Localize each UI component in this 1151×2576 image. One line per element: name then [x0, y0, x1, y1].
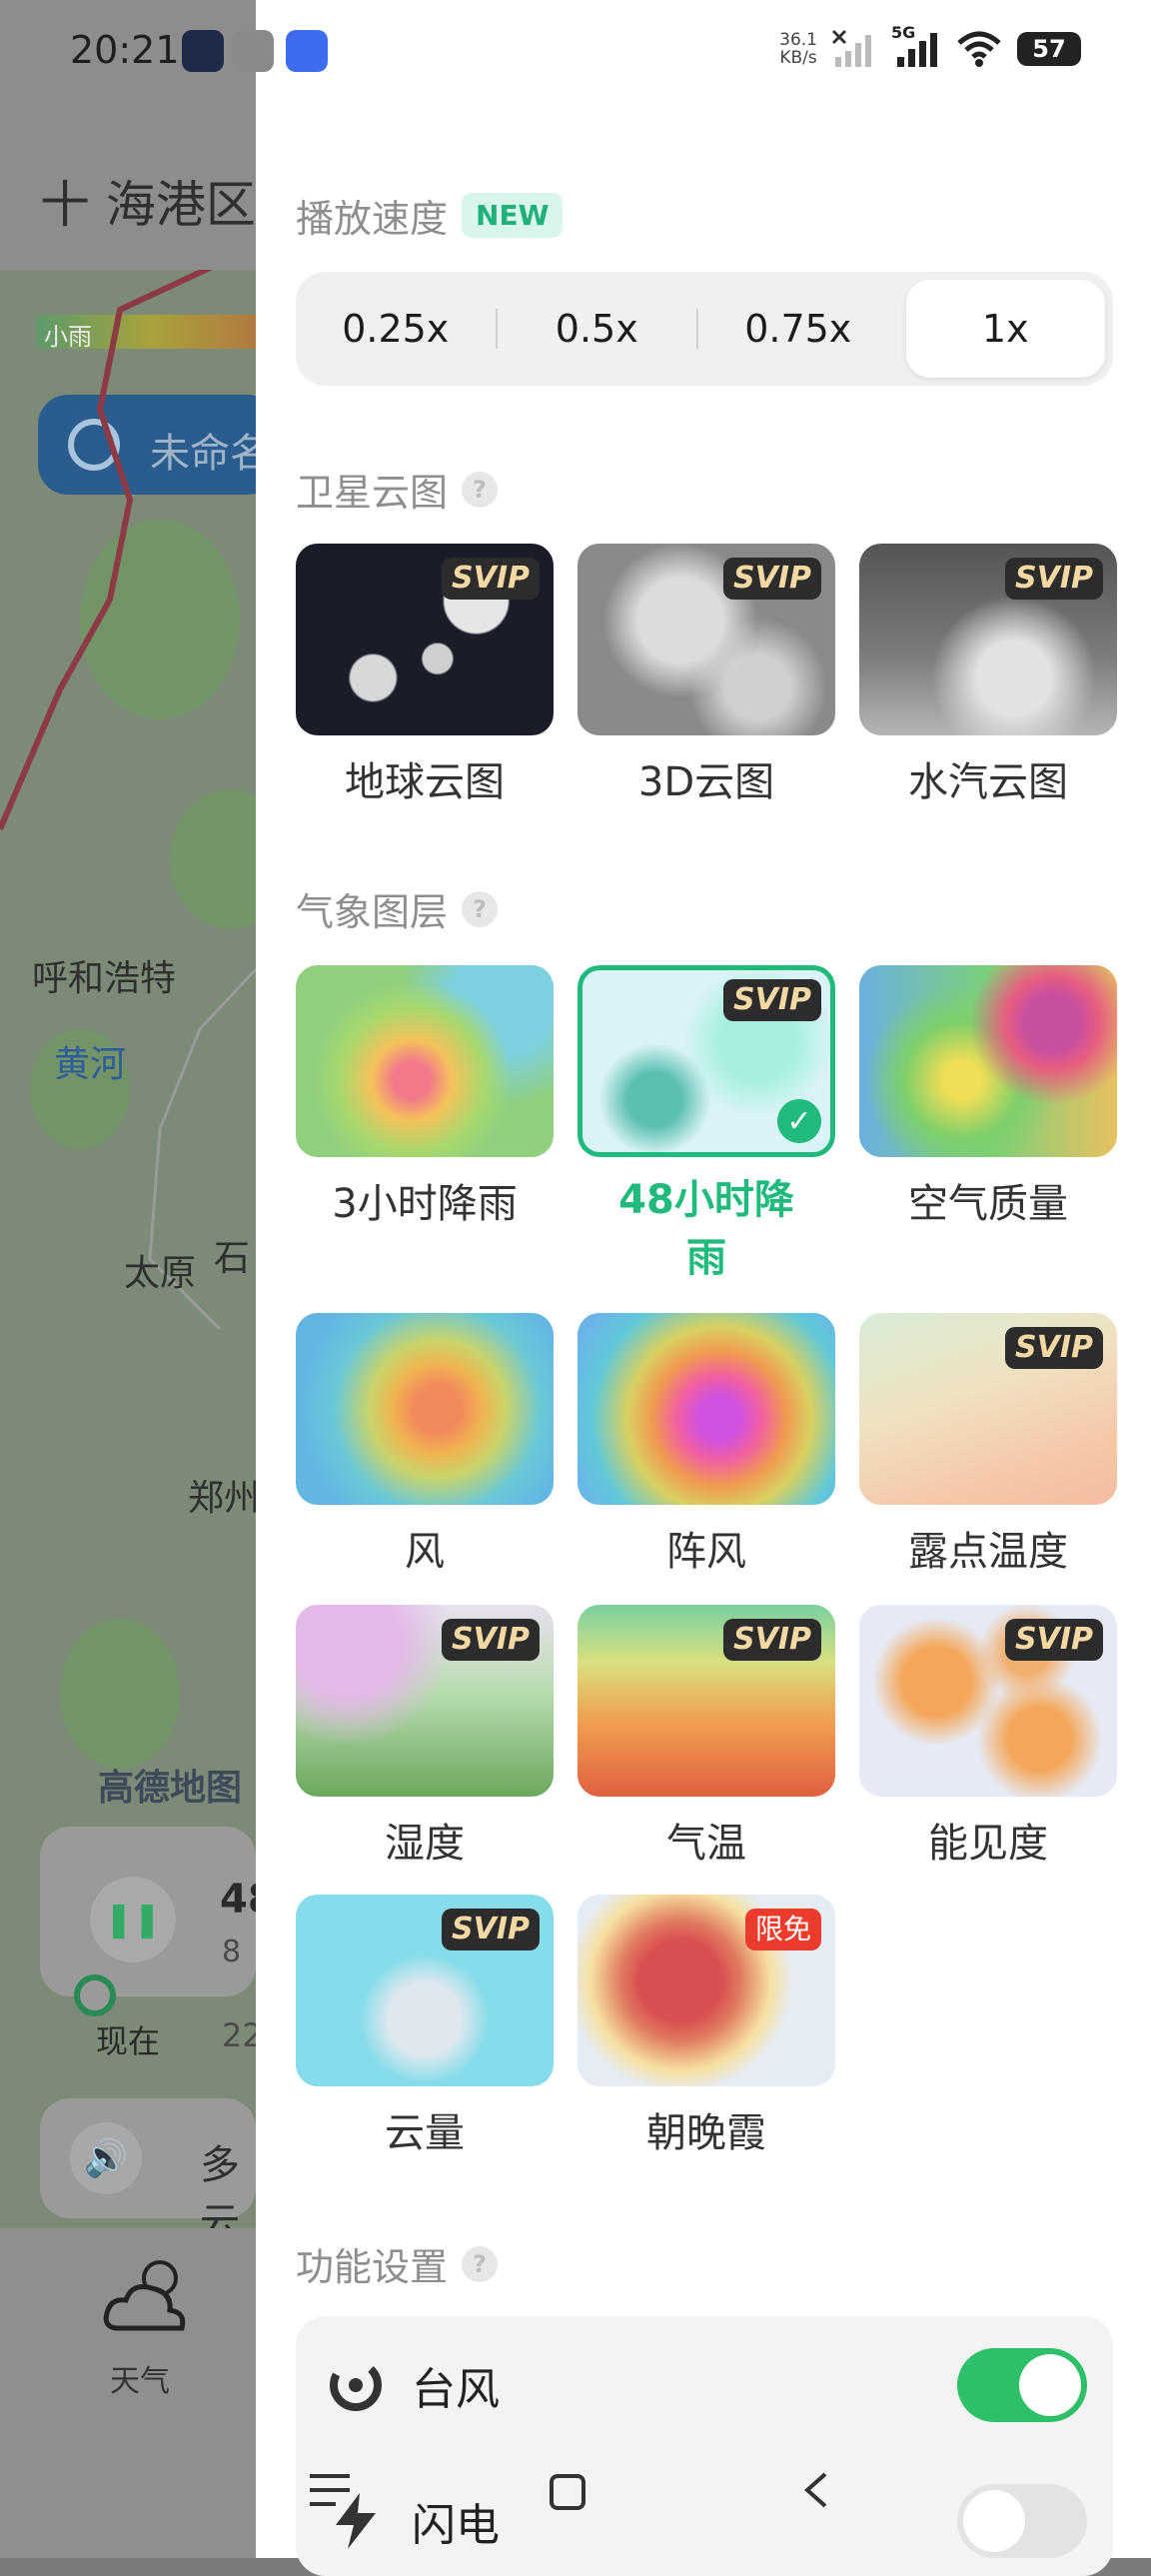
speed-selector: 0.25x 0.5x 0.75x 1x: [296, 272, 1113, 386]
speed-title: 播放速度: [296, 197, 449, 241]
typhoon-row[interactable]: 台风: [296, 2330, 1113, 2440]
humidity-label: 湿度: [385, 1821, 465, 1867]
functions-section-title: 功能设置 ?: [296, 2236, 499, 2291]
sunrise-glow-label: 朝晚霞: [646, 2110, 766, 2156]
place-name: 石: [214, 1238, 251, 1279]
menu-icon[interactable]: [306, 2468, 356, 2512]
back-icon[interactable]: [795, 2468, 839, 2512]
3d-cloud-label: 3D云图: [637, 759, 775, 805]
signal-off-icon: [831, 29, 871, 67]
rain-48h-label: 48小时降雨: [618, 1177, 794, 1281]
check-icon: ✓: [777, 1099, 821, 1143]
qq-icon: [232, 30, 274, 72]
battery-icon: 57: [1017, 32, 1081, 66]
speed-option[interactable]: 0.75x: [698, 280, 898, 378]
temperature-label: 气温: [666, 1821, 746, 1867]
pause-button[interactable]: ❚❚: [90, 1877, 176, 1962]
help-icon[interactable]: ?: [462, 890, 499, 927]
gust-card[interactable]: [577, 1313, 835, 1505]
net-speed: 36.1 KB/s: [779, 31, 817, 67]
timeline-handle[interactable]: [74, 1974, 116, 2016]
layers-section-title: 气象图层 ?: [296, 881, 499, 936]
place-name: 太原: [124, 1253, 197, 1294]
status-right: 36.1 KB/s 5G 57: [779, 23, 1081, 74]
svip-badge: SVIP: [442, 1909, 540, 1950]
svip-badge: SVIP: [723, 558, 821, 600]
water-vapor-label: 水汽云图: [908, 759, 1068, 805]
cloud-cover-card[interactable]: SVIP: [296, 1895, 554, 2086]
home-icon[interactable]: [546, 2470, 589, 2514]
tab-weather[interactable]: 天气: [110, 2356, 170, 2400]
typhoon-icon: [330, 2359, 382, 2411]
toggle-knob: [1019, 2354, 1081, 2416]
net-speed-unit: KB/s: [779, 48, 817, 68]
speed-option-selected[interactable]: 1x: [905, 280, 1105, 378]
svip-badge: SVIP: [1005, 1619, 1103, 1661]
typhoon-label: 台风: [412, 2364, 500, 2415]
sunrise-glow-card[interactable]: 限免: [577, 1895, 835, 2086]
voice-card[interactable]: 🔊 多云: [40, 2098, 256, 2246]
layers-title: 气象图层: [296, 890, 449, 934]
speaker-icon: 🔊: [70, 2122, 142, 2194]
speed-option[interactable]: 0.25x: [296, 280, 496, 378]
map-brand: 高德地图: [98, 1768, 243, 1809]
wind-card[interactable]: [296, 1313, 554, 1505]
svip-badge: SVIP: [442, 558, 540, 600]
new-badge: NEW: [462, 193, 564, 238]
gust-label: 阵风: [666, 1529, 746, 1575]
humidity-card[interactable]: SVIP: [296, 1605, 554, 1797]
speed-section-title: 播放速度 NEW: [296, 188, 564, 243]
status-time: 20:21: [70, 28, 180, 72]
earth-cloud-label: 地球云图: [345, 759, 505, 805]
svip-badge: SVIP: [442, 1619, 540, 1661]
svip-badge: SVIP: [1005, 558, 1103, 600]
satellite-section-title: 卫星云图 ?: [296, 462, 499, 517]
svip-badge: SVIP: [1005, 1327, 1103, 1369]
player-card[interactable]: ❚❚ 48 8: [40, 1827, 276, 1996]
3d-cloud-card[interactable]: SVIP: [577, 544, 835, 735]
help-icon[interactable]: ?: [462, 471, 499, 508]
system-navigation-bar: [256, 2438, 1151, 2558]
wind-label: 风: [405, 1529, 445, 1575]
cloud-cover-label: 云量: [385, 2110, 465, 2156]
visibility-label: 能见度: [928, 1821, 1048, 1867]
layer-settings-panel: 播放速度 NEW 0.25x 0.5x 0.75x 1x 卫星云图 ? SVIP…: [256, 0, 1151, 2576]
svip-badge: SVIP: [723, 979, 821, 1021]
functions-title: 功能设置: [296, 2245, 449, 2289]
player-sub: 8: [222, 1934, 242, 1969]
battery-level: 57: [1032, 35, 1066, 63]
place-name: 呼和浩特: [32, 958, 177, 999]
svip-badge: SVIP: [723, 1619, 821, 1661]
status-bar: 20:21 36.1 KB/s 5G 57: [0, 0, 1151, 100]
water-vapor-card[interactable]: SVIP: [859, 544, 1117, 735]
signal-5g-icon: 5G: [891, 23, 941, 69]
place-name: 黄河: [54, 1044, 127, 1085]
free-badge: 限免: [744, 1909, 821, 1950]
rain-3h-card[interactable]: [296, 965, 554, 1157]
player-now-label: 现在: [96, 2022, 161, 2060]
app-notification-icon: [182, 30, 224, 72]
cloud-sun-icon: [96, 2248, 196, 2348]
rain-3h-label: 3小时降雨: [332, 1181, 518, 1227]
net-speed-value: 36.1: [779, 30, 817, 50]
chat-app-icon: [286, 30, 328, 72]
dew-point-label: 露点温度: [908, 1529, 1068, 1575]
earth-cloud-card[interactable]: SVIP: [296, 544, 554, 735]
location-title: 十 海港区: [40, 176, 256, 234]
air-quality-card[interactable]: [859, 965, 1117, 1157]
place-name: 郑州: [188, 1478, 261, 1519]
help-icon[interactable]: ?: [462, 2245, 499, 2282]
rain-48h-card-selected[interactable]: SVIP ✓: [577, 965, 835, 1157]
speed-option[interactable]: 0.5x: [498, 280, 697, 378]
air-quality-label: 空气质量: [908, 1181, 1068, 1227]
satellite-title: 卫星云图: [296, 471, 449, 515]
visibility-card[interactable]: SVIP: [859, 1605, 1117, 1797]
wifi-icon: [957, 31, 1001, 67]
typhoon-toggle[interactable]: [957, 2348, 1087, 2422]
dew-point-card[interactable]: SVIP: [859, 1313, 1117, 1505]
temperature-card[interactable]: SVIP: [577, 1605, 835, 1797]
